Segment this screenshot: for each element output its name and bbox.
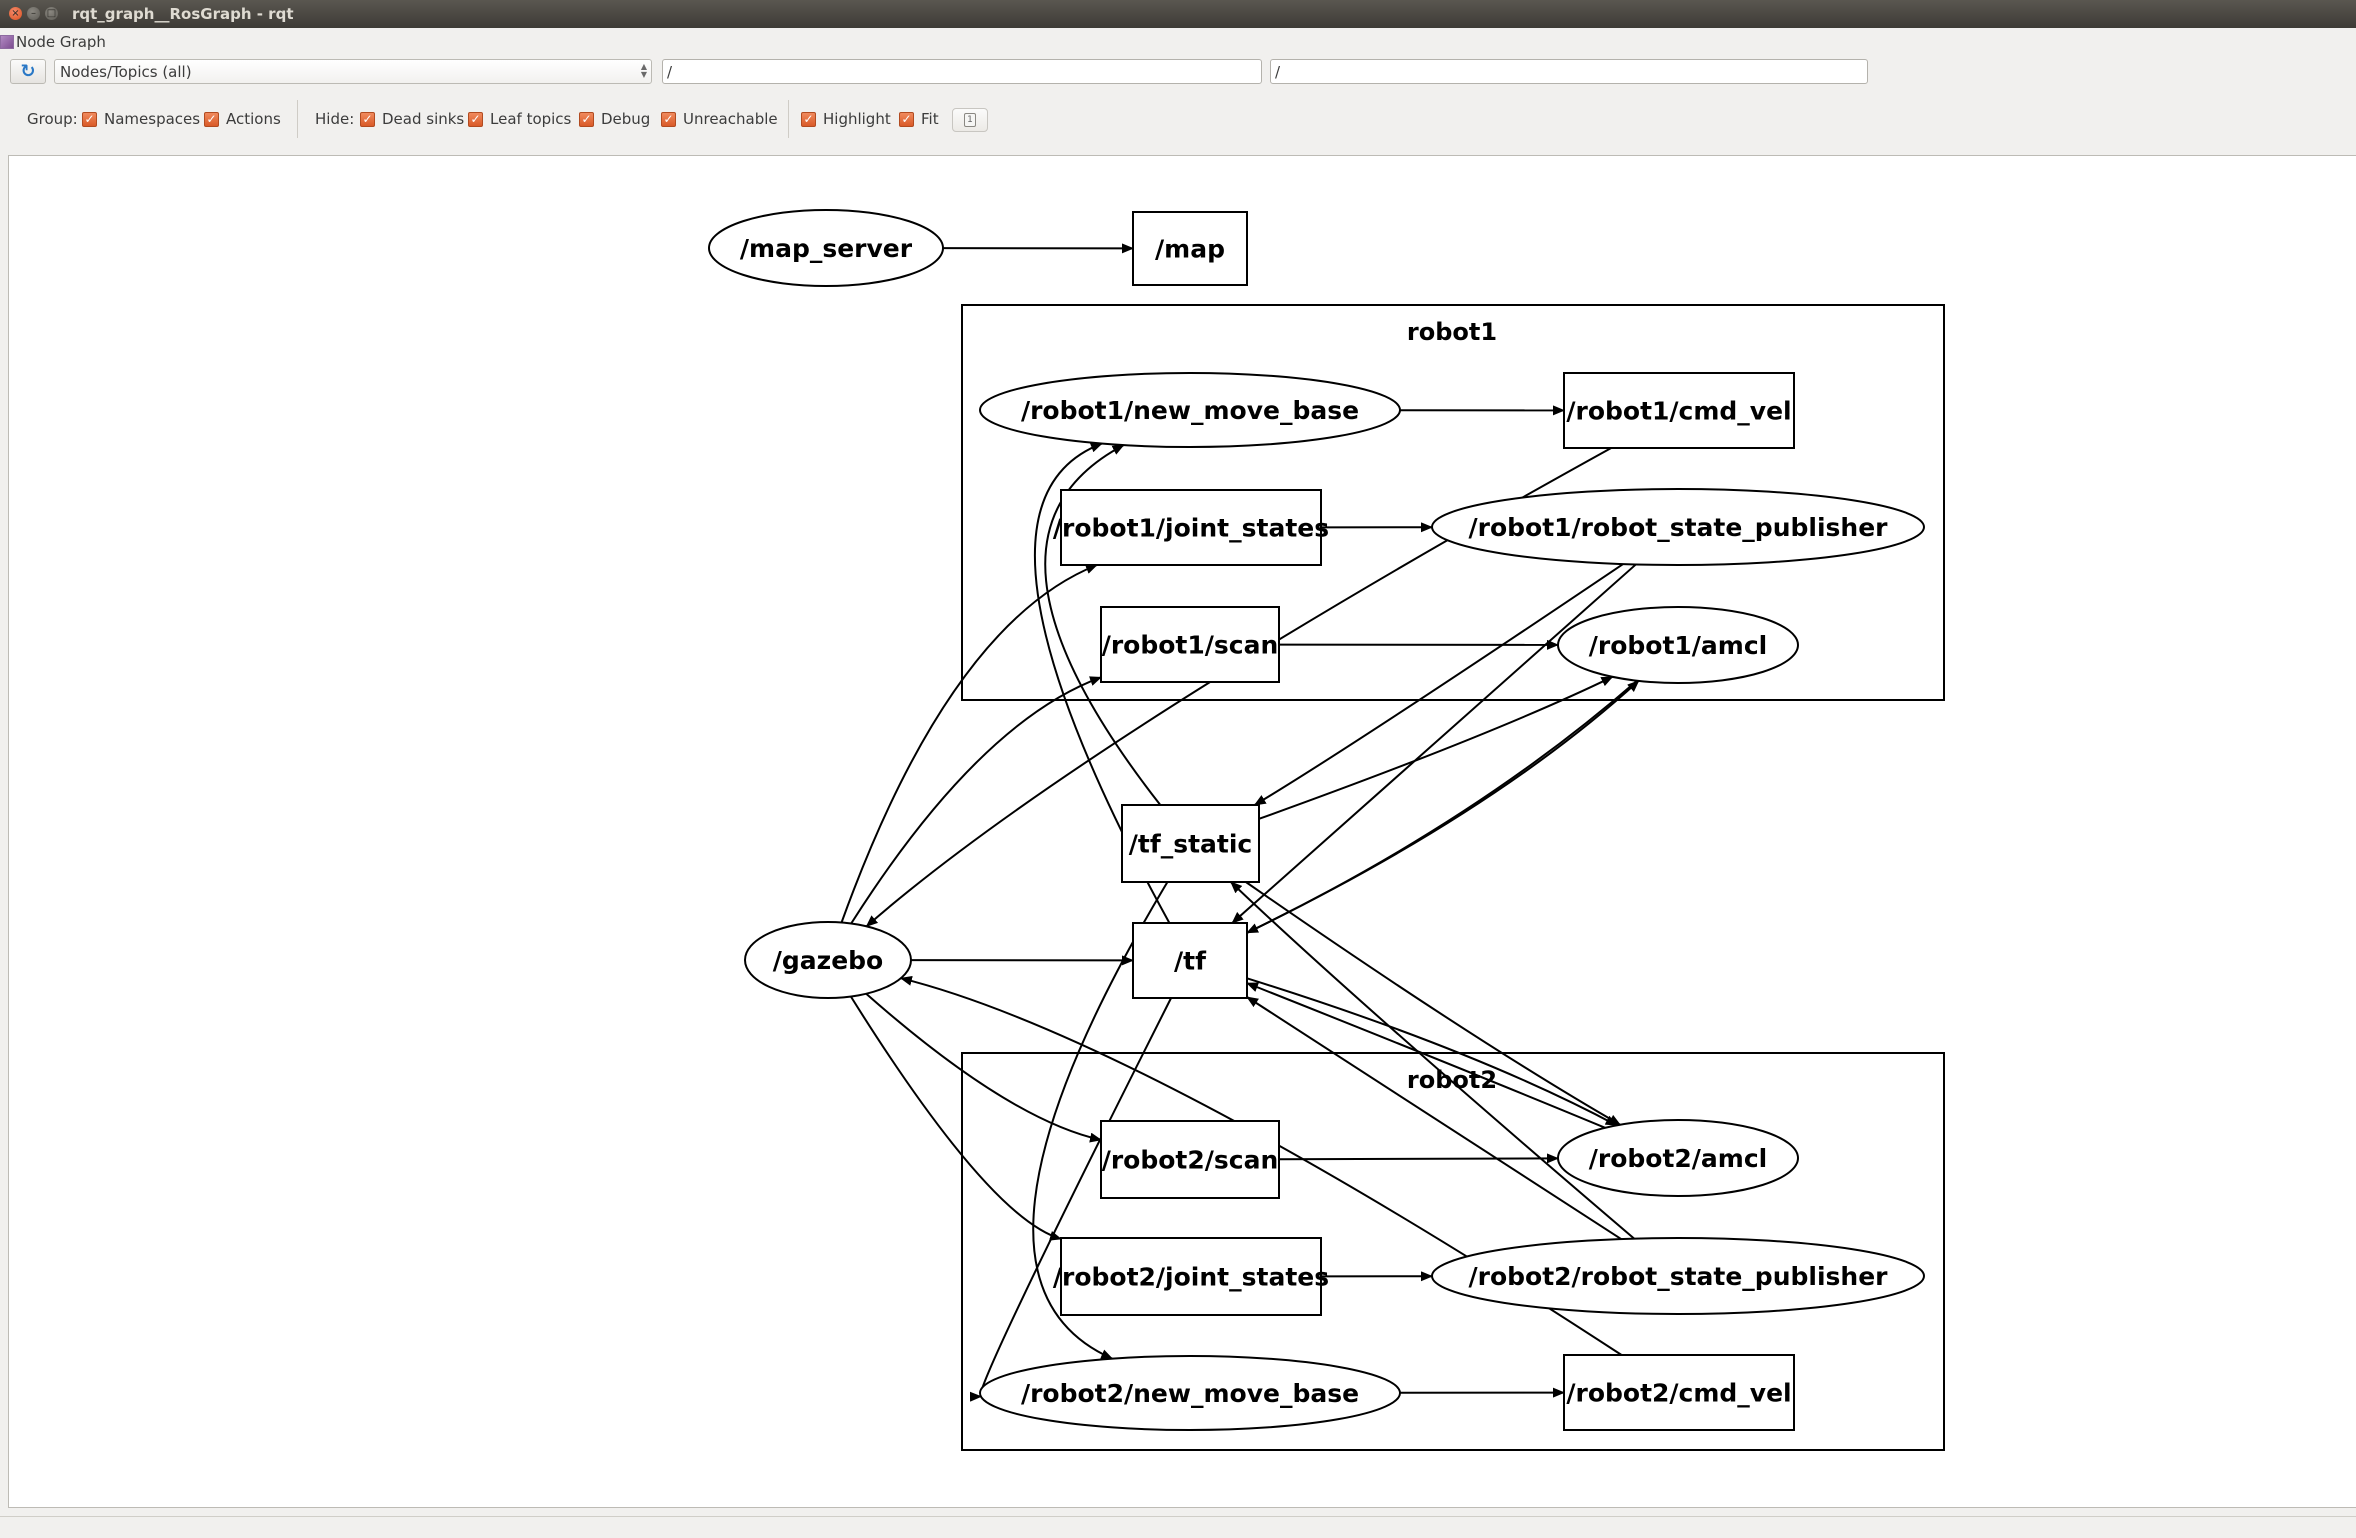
graph-label: /robot1/robot_state_publisher [1468, 513, 1888, 542]
topic-tf_static[interactable]: /tf_static [1121, 804, 1260, 883]
edge-r2_scan-to-r2_amcl[interactable] [1278, 1153, 1560, 1164]
graph-label: /robot2/cmd_vel [1566, 1379, 1791, 1408]
edge-tf-to-r1_amcl[interactable] [1246, 680, 1640, 934]
topic-r1_js[interactable]: /robot1/joint_states [1053, 489, 1329, 566]
edge-gazebo-to-r1_js[interactable] [840, 564, 1098, 923]
edge-r2_rsp-to-tf[interactable] [1246, 996, 1622, 1240]
topic-r2_scan[interactable]: /robot2/scan [1100, 1120, 1280, 1199]
edge-tf-to-r2_amcl[interactable] [1246, 977, 1618, 1127]
edge-gazebo-to-r1_scan[interactable] [850, 676, 1102, 925]
graph-label: /robot1/cmd_vel [1566, 397, 1791, 426]
graph-label: /robot2/amcl [1589, 1144, 1768, 1173]
graph-label: /robot1/amcl [1589, 631, 1768, 660]
node-map_server[interactable]: /map_server [708, 209, 944, 287]
graph-label: /map_server [740, 234, 913, 263]
graph-label: /map [1155, 235, 1225, 264]
graph-label: /robot1/scan [1102, 631, 1279, 660]
graph-label: /robot1/joint_states [1053, 514, 1329, 543]
topic-r2_cmd[interactable]: /robot2/cmd_vel [1563, 1354, 1795, 1431]
topic-r2_js[interactable]: /robot2/joint_states [1053, 1237, 1329, 1316]
graph-label: /tf_static [1129, 830, 1253, 859]
graph-label: /robot1/new_move_base [1021, 396, 1359, 425]
cluster-label: robot2 [1407, 1066, 1497, 1094]
topic-r1_scan[interactable]: /robot1/scan [1100, 606, 1280, 683]
edge-gazebo-to-r2_js[interactable] [849, 996, 1062, 1241]
topic-map[interactable]: /map [1132, 211, 1248, 286]
node-r2_amcl[interactable]: /robot2/amcl [1557, 1119, 1799, 1197]
node-r2_rsp[interactable]: /robot2/robot_state_publisher [1431, 1237, 1925, 1315]
edge-r1_amcl-to-tf[interactable] [1246, 679, 1638, 934]
edge-gazebo-to-r2_scan[interactable] [865, 992, 1102, 1143]
edge-r2_rsp-to-tf_static[interactable] [1230, 881, 1635, 1240]
graph-label: /robot2/joint_states [1053, 1263, 1329, 1292]
ros-graph: robot1 robot2 /map_server/map/robot1/new_… [708, 209, 1945, 1451]
topic-tf[interactable]: /tf [1132, 922, 1248, 999]
edge-r1_rsp-to-tf_static[interactable] [1253, 563, 1624, 806]
graph-label: /robot2/robot_state_publisher [1468, 1262, 1888, 1291]
node-r2_nmb[interactable]: /robot2/new_move_base [979, 1355, 1401, 1431]
edge-tf_static-to-r1_amcl[interactable] [1258, 675, 1614, 820]
cluster-label: robot1 [1407, 318, 1497, 346]
graph-label: /gazebo [773, 946, 883, 975]
topic-r1_cmd[interactable]: /robot1/cmd_vel [1563, 372, 1795, 449]
node-r1_amcl[interactable]: /robot1/amcl [1557, 606, 1799, 684]
graph-label: /tf [1174, 947, 1207, 976]
graph-label: /robot2/new_move_base [1021, 1379, 1359, 1408]
graph-label: /robot2/scan [1102, 1146, 1279, 1175]
node-r1_rsp[interactable]: /robot1/robot_state_publisher [1431, 488, 1925, 566]
edge-r1_rsp-to-tf[interactable] [1231, 563, 1637, 924]
node-r1_nmb[interactable]: /robot1/new_move_base [979, 372, 1401, 448]
node-gazebo[interactable]: /gazebo [744, 921, 912, 999]
